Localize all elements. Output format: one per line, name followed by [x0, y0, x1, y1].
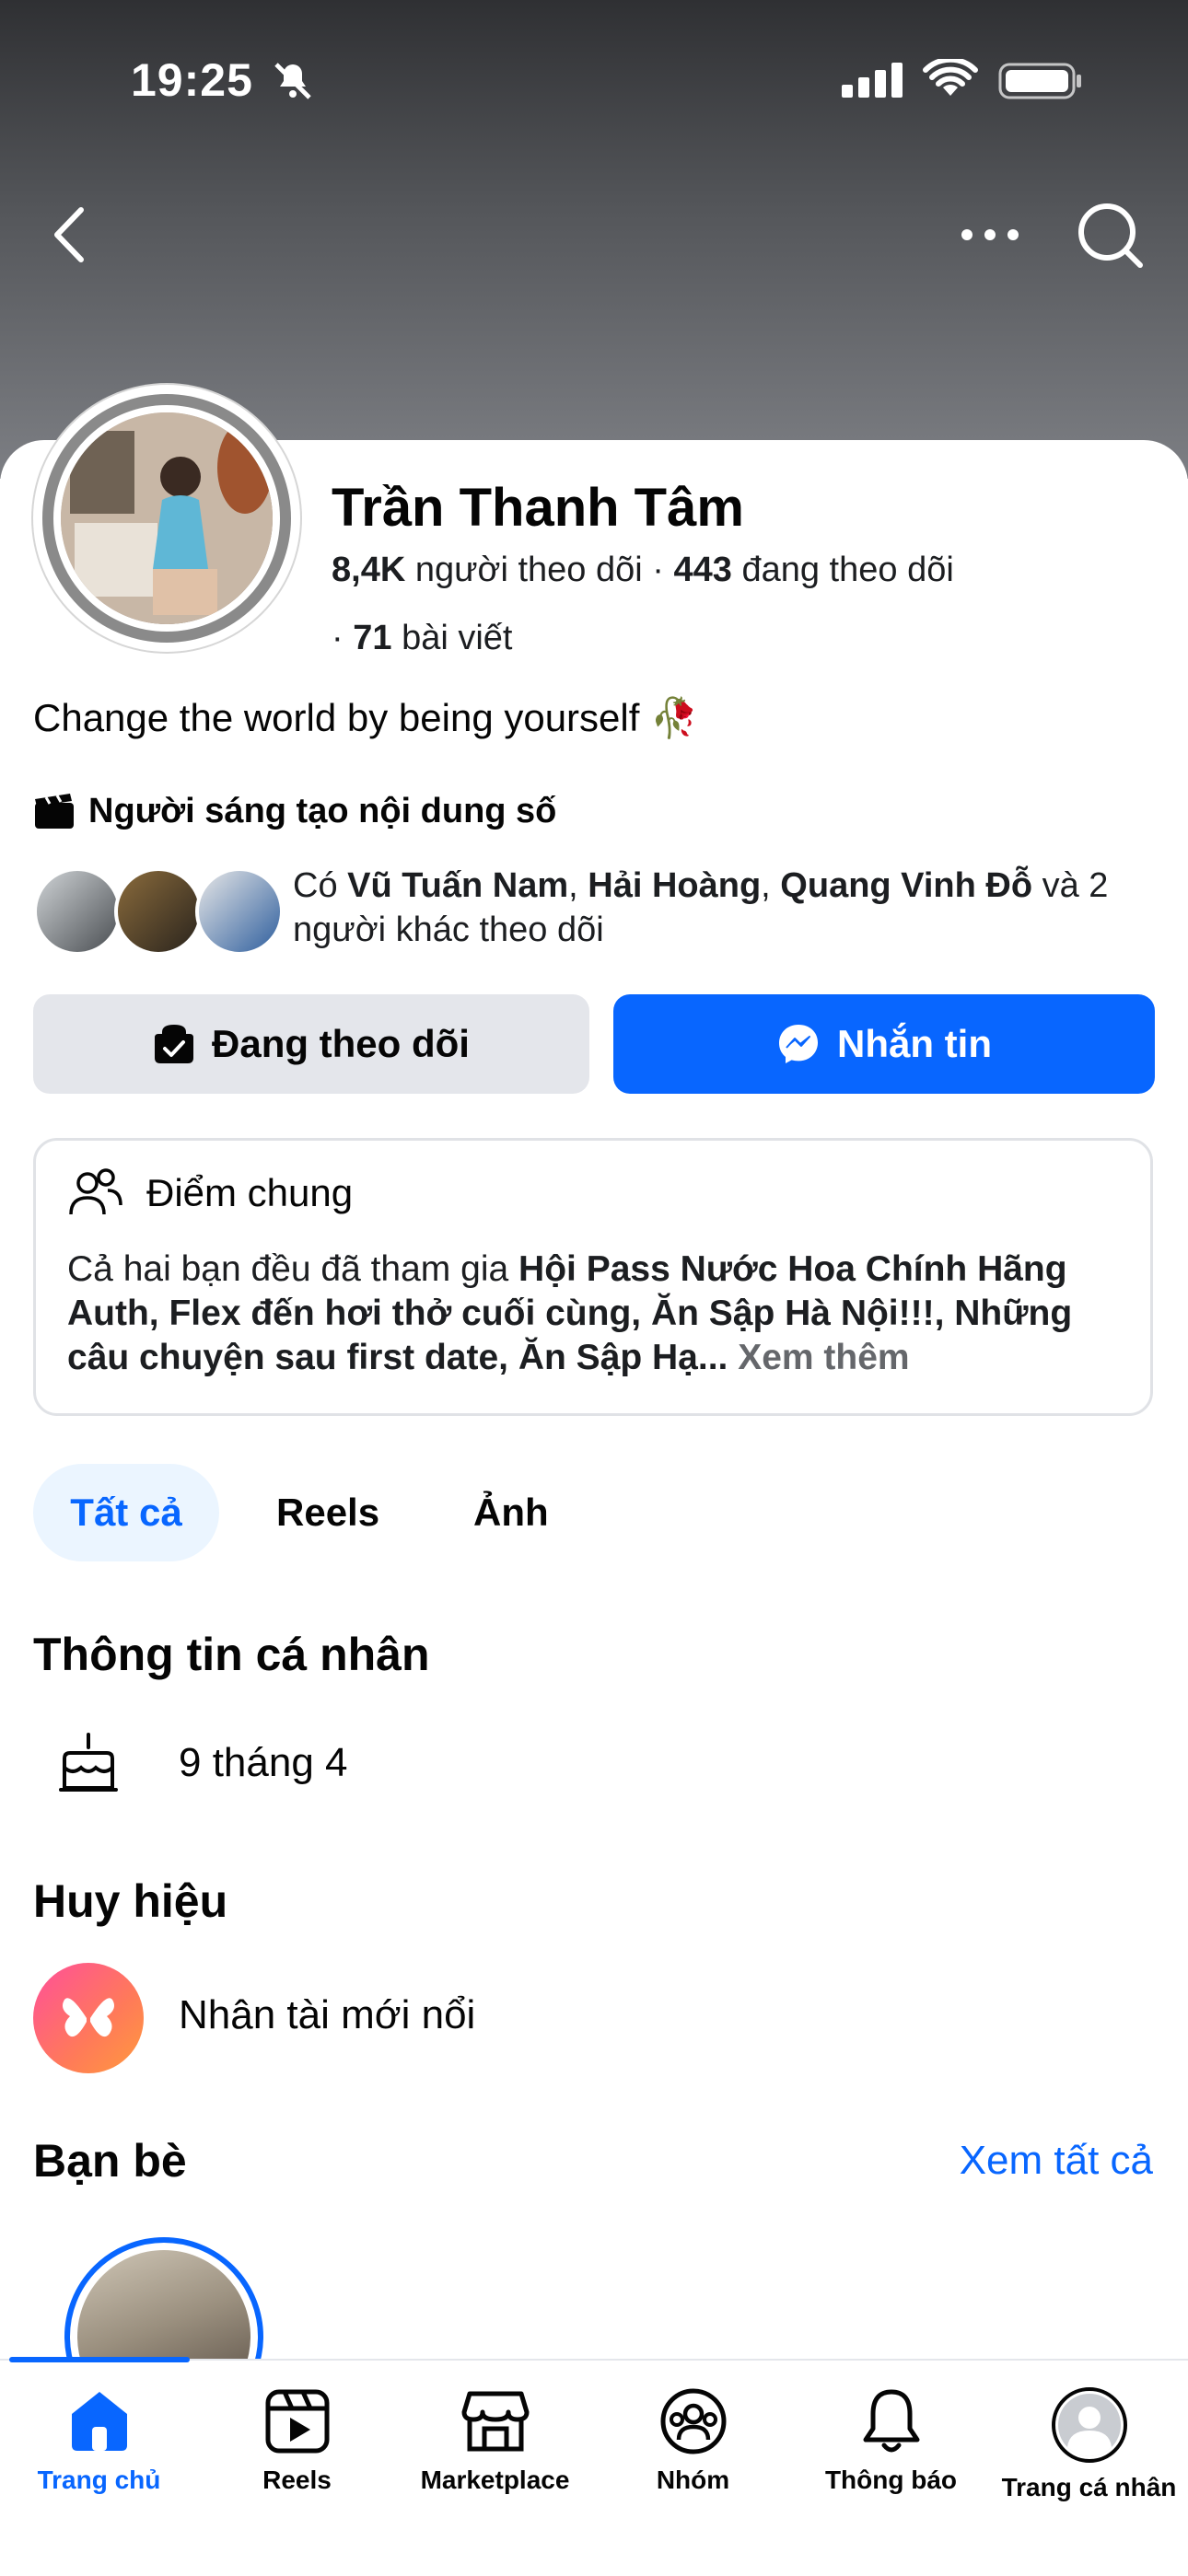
nav-marketplace-label: Marketplace	[420, 2466, 570, 2494]
profile-avatar[interactable]	[33, 385, 300, 652]
mutual-followers[interactable]: Có Vũ Tuấn Nam, Hải Hoàng, Quang Vinh Đỗ…	[33, 864, 1166, 956]
mutual-avatar	[33, 867, 122, 956]
see-all-friends-link[interactable]: Xem tất cả	[960, 2138, 1153, 2184]
wifi-icon	[923, 59, 978, 96]
following-label[interactable]: đang theo dõi	[741, 551, 953, 589]
groups-icon	[660, 2388, 726, 2454]
mutual-avatar	[195, 867, 284, 956]
followers-count[interactable]: 8,4K	[332, 551, 405, 589]
nav-notifications[interactable]: Thông báo	[792, 2386, 990, 2495]
mutual-name[interactable]: Vũ Tuấn Nam	[347, 866, 568, 905]
followers-label[interactable]: người theo dõi	[415, 551, 643, 589]
profile-icon	[1051, 2387, 1127, 2463]
see-more-link[interactable]: Xem thêm	[738, 1338, 909, 1377]
personal-info-title: Thông tin cá nhân	[33, 1629, 430, 1680]
nav-profile-label: Trang cá nhân	[1001, 2473, 1177, 2501]
nav-home-label: Trang chủ	[37, 2466, 161, 2494]
following-button[interactable]: Đang theo dõi	[33, 994, 589, 1094]
separator-dot: ·	[652, 551, 674, 589]
profile-posts: · 71 bài viết	[332, 619, 512, 658]
battery-icon	[998, 63, 1081, 99]
mutual-followers-text: Có Vũ Tuấn Nam, Hải Hoàng, Quang Vinh Đỗ…	[293, 866, 1109, 949]
nav-reels-label: Reels	[262, 2466, 332, 2494]
profile-name: Trần Thanh Tâm	[332, 478, 744, 538]
active-tab-indicator	[9, 2357, 190, 2362]
status-time: 19:25	[131, 54, 253, 106]
creator-category: Người sáng tạo nội dung số	[33, 792, 556, 831]
reels-icon	[265, 2389, 329, 2454]
creator-label: Người sáng tạo nội dung số	[88, 792, 557, 830]
nav-groups-label: Nhóm	[656, 2466, 730, 2494]
avatar-photo	[61, 412, 273, 624]
tab-reels[interactable]: Reels	[276, 1464, 379, 1561]
more-options-icon[interactable]	[958, 221, 1022, 249]
tab-photos[interactable]: Ảnh	[473, 1464, 549, 1561]
people-icon	[69, 1168, 122, 1215]
nav-profile[interactable]: Trang cá nhân	[990, 2386, 1188, 2502]
bell-icon	[863, 2389, 919, 2453]
badge-label: Nhân tài mới nổi	[179, 1992, 476, 2037]
nav-groups[interactable]: Nhóm	[594, 2386, 792, 2495]
message-button[interactable]: Nhắn tin	[613, 994, 1155, 1094]
bio-emoji: 🥀	[650, 696, 699, 739]
messenger-icon	[779, 1025, 818, 1063]
profile-stats: 8,4K người theo dõi · 443 đang theo dõi	[332, 551, 954, 590]
mutual-name[interactable]: Quang Vinh Đỗ	[780, 866, 1032, 905]
in-common-card[interactable]: Điểm chung Cả hai bạn đều đã tham gia Hộ…	[33, 1138, 1153, 1416]
profile-bio: Change the world by being yourself 🥀	[33, 696, 698, 741]
birthday-cake-icon	[59, 1733, 118, 1792]
following-check-icon	[155, 1025, 193, 1063]
mutual-name[interactable]: Hải Hoàng	[588, 866, 761, 905]
back-icon[interactable]	[46, 203, 92, 267]
bottom-navigation: Trang chủ Reels Marketplace Nhóm Thông b…	[0, 2357, 1188, 2576]
separator-dot: ·	[332, 619, 354, 657]
nav-marketplace[interactable]: Marketplace	[396, 2386, 594, 2495]
home-icon	[71, 2392, 127, 2451]
nav-home[interactable]: Trang chủ	[0, 2386, 198, 2495]
rising-talent-badge[interactable]	[33, 1963, 144, 2073]
friends-title: Bạn bè	[33, 2135, 187, 2187]
bio-text: Change the world by being yourself	[33, 696, 640, 739]
posts-label: bài viết	[402, 619, 513, 657]
in-common-header: Điểm chung	[67, 1168, 353, 1218]
tab-all[interactable]: Tất cả	[33, 1464, 219, 1561]
bell-muted-icon	[274, 63, 311, 99]
following-button-label: Đang theo dõi	[212, 1022, 470, 1065]
posts-count: 71	[353, 619, 392, 657]
badges-title: Huy hiệu	[33, 1875, 228, 1927]
birthday-text: 9 tháng 4	[179, 1740, 348, 1785]
mutual-avatar	[114, 867, 203, 956]
message-button-label: Nhắn tin	[837, 1022, 992, 1065]
search-icon[interactable]	[1076, 201, 1146, 271]
following-count[interactable]: 443	[673, 551, 731, 589]
marketplace-icon	[461, 2391, 529, 2452]
in-common-title: Điểm chung	[146, 1171, 354, 1214]
nav-notifications-label: Thông báo	[824, 2466, 958, 2494]
in-common-text: Cả hai bạn đều đã tham gia Hội Pass Nước…	[67, 1249, 1073, 1377]
nav-reels[interactable]: Reels	[198, 2386, 396, 2495]
clapperboard-icon	[35, 793, 74, 829]
status-bar: 19:25	[0, 0, 1188, 157]
butterfly-icon	[63, 1998, 114, 2037]
cellular-signal-icon	[842, 63, 903, 98]
